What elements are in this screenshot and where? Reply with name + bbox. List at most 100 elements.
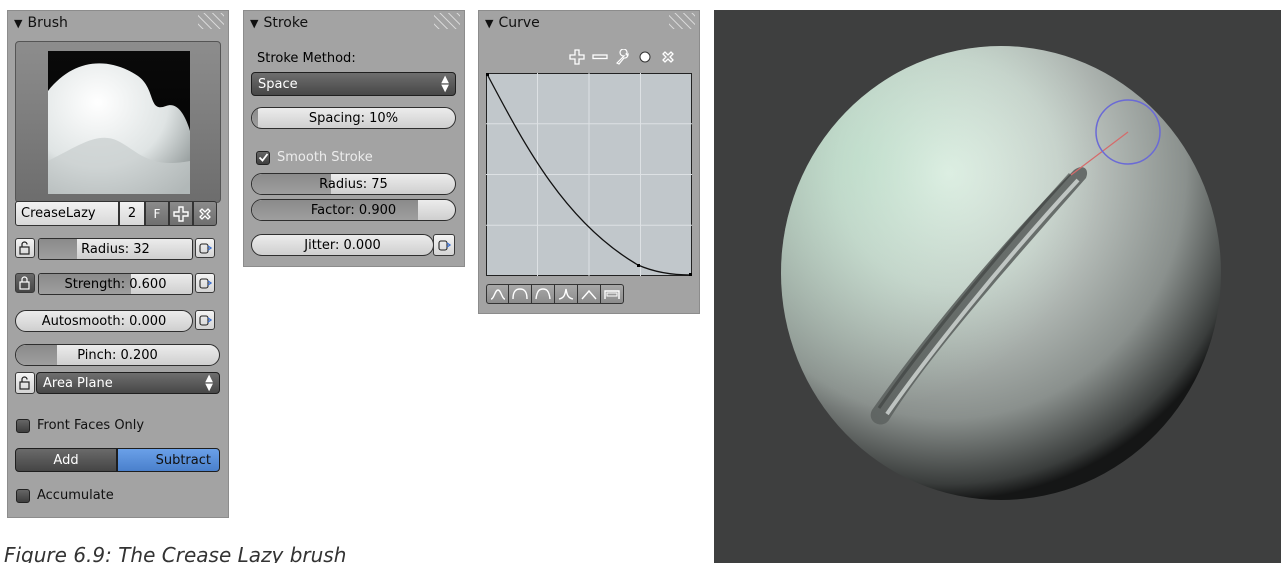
smooth-stroke-label: Smooth Stroke (277, 150, 373, 165)
stroke-method-dropdown[interactable]: Space ▲ ▼ (251, 72, 456, 96)
radius-slider[interactable]: Radius: 32 (38, 238, 193, 260)
pressure-hand-icon (199, 243, 212, 254)
curve-sphere-icon (512, 288, 528, 300)
zoom-out-icon[interactable] (592, 49, 608, 65)
jitter-slider[interactable]: Jitter: 0.000 (251, 234, 434, 256)
stroke-panel: ▼ Stroke Stroke Method: Space ▲ ▼ Spacing… (243, 10, 465, 267)
panel-grip-icon[interactable] (198, 13, 224, 29)
add-toggle-button[interactable]: Add (15, 448, 117, 472)
curve-presets-row (486, 284, 624, 304)
curve-smooth-icon (490, 289, 505, 300)
fake-user-button[interactable]: F (145, 201, 169, 226)
smooth-radius-slider-label: Radius: 75 (319, 176, 388, 192)
stroke-panel-header[interactable]: ▼ Stroke (244, 11, 464, 35)
fake-user-text: F (153, 206, 161, 221)
sculpt-plane-value: Area Plane (43, 375, 113, 391)
strength-lock-button[interactable] (15, 273, 35, 293)
panel-grip-icon[interactable] (434, 13, 460, 29)
curve-sharp-icon (558, 288, 574, 300)
preset-constant-button[interactable] (601, 284, 624, 304)
brush-users-count[interactable]: 2 (119, 201, 145, 226)
strength-slider[interactable]: Strength: 0.600 (38, 273, 193, 295)
brush-preview-frame[interactable] (15, 41, 221, 203)
locked-icon (19, 276, 30, 290)
curve-panel-title: Curve (498, 15, 540, 31)
accumulate-label: Accumulate (37, 488, 114, 503)
radius-slider-label: Radius: 32 (81, 241, 150, 257)
plane-lock-button[interactable] (15, 372, 35, 394)
updown-arrow-icon: ▲ ▼ (441, 74, 449, 94)
add-brush-button[interactable] (169, 201, 193, 226)
curve-constant-icon (604, 290, 620, 299)
brush-preview-image (48, 51, 190, 194)
jitter-pressure-button[interactable] (433, 234, 455, 256)
3d-viewport[interactable] (714, 10, 1281, 563)
curve-panel: ▼ Curve (478, 10, 700, 314)
subtract-label: Subtract (155, 452, 211, 468)
curve-panel-header[interactable]: ▼ Curve (479, 11, 699, 35)
front-faces-box (16, 418, 30, 433)
front-faces-checkbox[interactable]: Front Faces Only (16, 418, 144, 433)
stroke-method-value: Space (258, 76, 298, 92)
collapse-triangle-icon: ▼ (14, 16, 23, 30)
close-icon (199, 207, 211, 220)
jitter-slider-label: Jitter: 0.000 (304, 237, 381, 253)
falloff-curve-graph[interactable] (486, 73, 692, 276)
smooth-stroke-checkbox[interactable]: Smooth Stroke (256, 150, 373, 165)
smooth-stroke-box (256, 150, 270, 165)
smooth-factor-slider[interactable]: Factor: 0.900 (251, 199, 456, 221)
accumulate-checkbox[interactable]: Accumulate (16, 488, 114, 503)
smooth-radius-slider[interactable]: Radius: 75 (251, 173, 456, 195)
spacing-slider-label: Spacing: 10% (308, 110, 399, 126)
add-label: Add (53, 452, 79, 468)
curve-point-mid[interactable] (637, 264, 640, 267)
stroke-panel-title: Stroke (263, 15, 309, 31)
curve-point-start[interactable] (486, 73, 489, 76)
smooth-factor-slider-label: Factor: 0.900 (310, 202, 397, 218)
wrench-icon[interactable] (615, 49, 631, 65)
pinch-slider[interactable]: Pinch: 0.200 (15, 344, 220, 366)
circle-icon[interactable] (637, 49, 653, 65)
brush-panel: ▼ Brush CreaseLazy 2 F Radius: 32 Streng… (7, 10, 229, 518)
remove-brush-button[interactable] (193, 201, 217, 226)
preset-linear-button[interactable] (578, 284, 601, 304)
accumulate-box (16, 488, 30, 503)
autosmooth-slider[interactable]: Autosmooth: 0.000 (15, 310, 193, 332)
zoom-in-icon[interactable] (569, 49, 585, 65)
brush-name-field[interactable]: CreaseLazy (15, 201, 119, 226)
front-faces-label: Front Faces Only (37, 418, 145, 433)
plus-icon (173, 205, 189, 222)
brush-panel-header[interactable]: ▼ Brush (8, 11, 228, 35)
radius-pressure-button[interactable] (195, 238, 215, 258)
pressure-hand-icon (199, 278, 212, 289)
collapse-triangle-icon: ▼ (485, 16, 494, 30)
close-icon[interactable] (660, 49, 676, 65)
pinch-slider-label: Pinch: 0.200 (77, 347, 158, 363)
checkmark-icon (258, 153, 268, 162)
pressure-hand-icon (199, 315, 212, 326)
sculpt-plane-dropdown[interactable]: Area Plane ▲ ▼ (36, 372, 220, 394)
collapse-triangle-icon: ▼ (250, 16, 259, 30)
figure-caption: Figure 6.9: The Crease Lazy brush (4, 543, 347, 563)
strength-slider-label: Strength: 0.600 (64, 276, 167, 292)
curve-point-end[interactable] (689, 273, 692, 276)
preset-smooth-button[interactable] (486, 284, 509, 304)
panel-grip-icon[interactable] (669, 13, 695, 29)
radius-lock-button[interactable] (15, 238, 35, 258)
stroke-method-label: Stroke Method: (257, 51, 356, 66)
autosmooth-slider-label: Autosmooth: 0.000 (41, 313, 167, 329)
curve-linear-icon (581, 289, 597, 300)
brush-users-text: 2 (127, 206, 137, 221)
spacing-slider[interactable]: Spacing: 10% (251, 107, 456, 129)
preset-sharp-button[interactable] (555, 284, 578, 304)
strength-pressure-button[interactable] (195, 273, 215, 293)
autosmooth-pressure-button[interactable] (195, 310, 215, 330)
preset-root-button[interactable] (532, 284, 555, 304)
pressure-hand-icon (438, 240, 451, 251)
subtract-toggle-button[interactable]: Subtract (117, 448, 220, 472)
brush-panel-title: Brush (27, 15, 68, 31)
preset-sphere-button[interactable] (509, 284, 532, 304)
updown-arrow-icon: ▲ ▼ (205, 373, 213, 393)
brush-name-text: CreaseLazy (21, 206, 96, 221)
unlocked-icon (19, 241, 30, 255)
